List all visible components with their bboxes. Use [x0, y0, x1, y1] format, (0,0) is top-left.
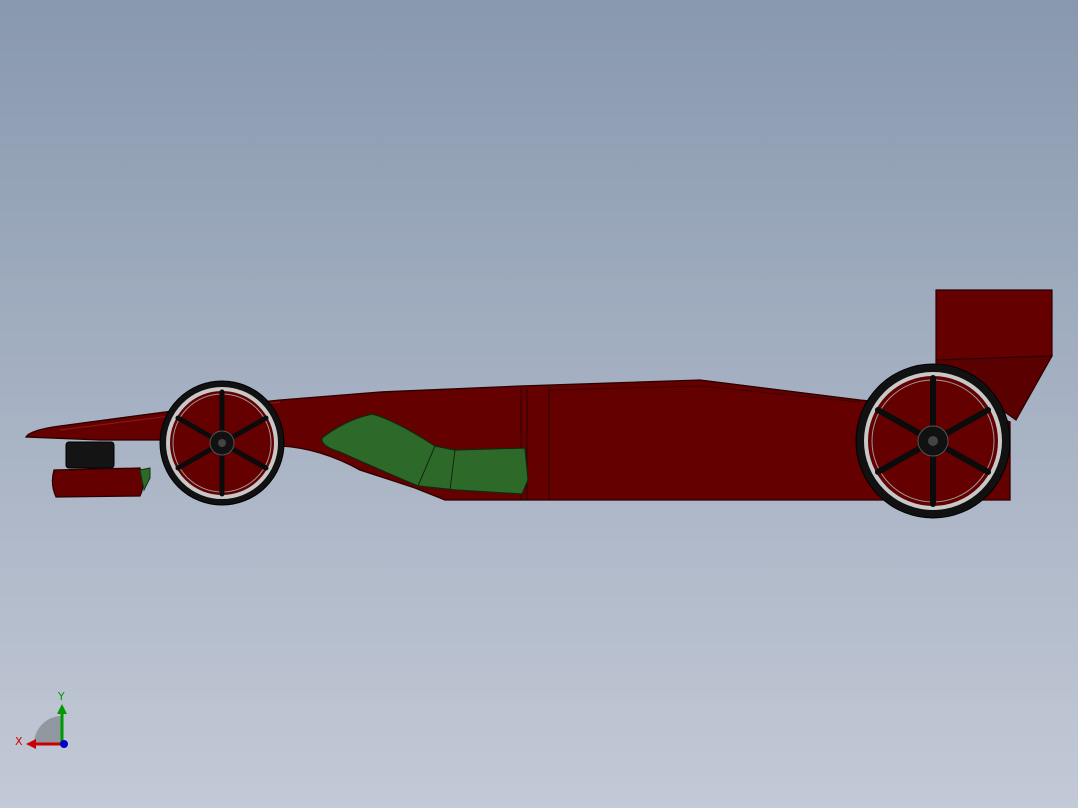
axis-triad: Y X [15, 690, 68, 749]
y-axis-label: Y [57, 690, 65, 703]
rear-wheel[interactable] [855, 363, 1011, 519]
cad-graphics-area[interactable]: Y X [0, 0, 1078, 808]
x-axis-label: X [15, 735, 23, 748]
race-car-model[interactable]: Y X [0, 0, 1078, 808]
front-wheel[interactable] [159, 380, 285, 506]
front-wing[interactable] [51, 441, 151, 498]
